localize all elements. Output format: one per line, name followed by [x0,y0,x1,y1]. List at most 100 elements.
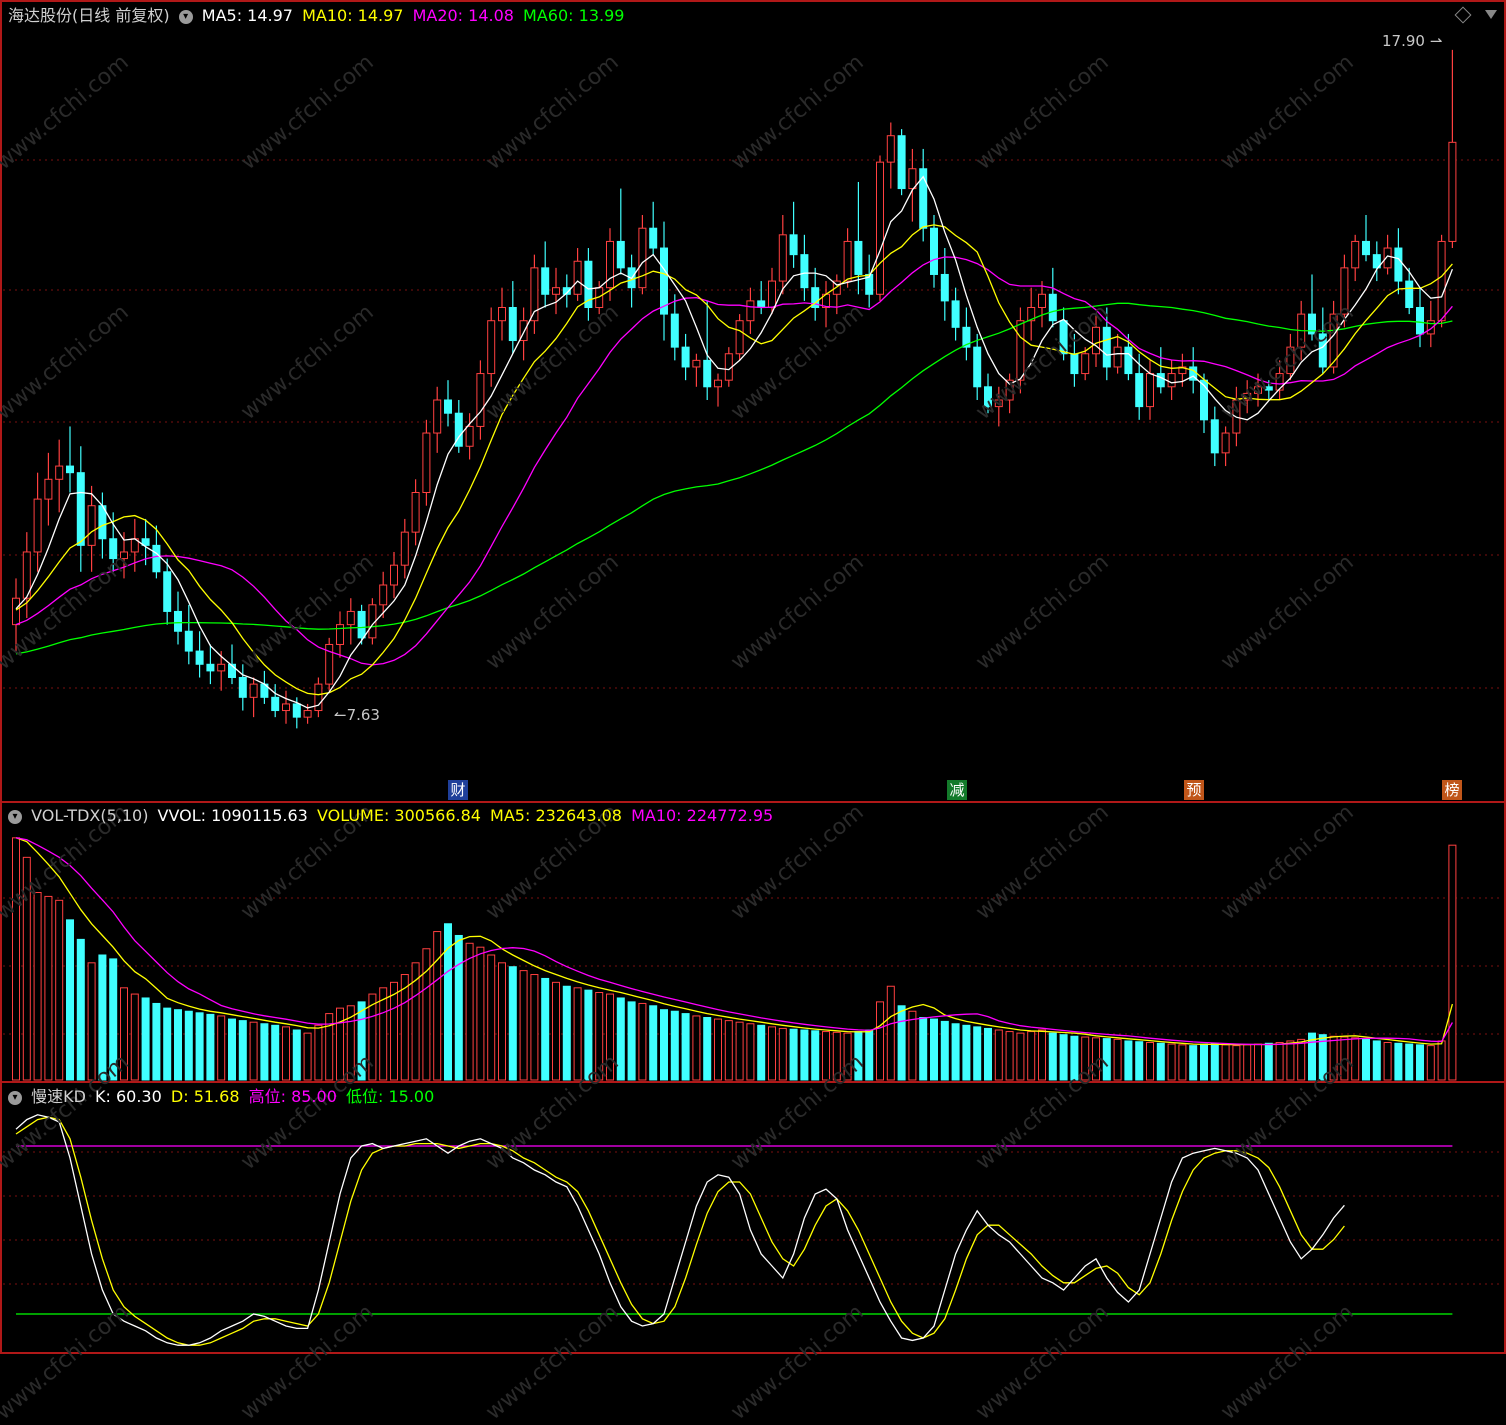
ma10-line [15,224,1453,696]
volume-bar [1372,1040,1381,1081]
volume-bar [66,919,74,1081]
low-price-value: 7.63 [346,706,380,724]
candle-body [12,597,20,626]
arrow-left-icon: ↼ [334,706,347,724]
volume-bar [217,1015,226,1081]
candle-body [76,472,85,546]
candle-body [681,346,690,368]
volume-bar [1275,1042,1284,1081]
volume-bar [1189,1045,1198,1081]
volume-bar [714,1018,722,1081]
candle-body [1448,141,1457,242]
candle-body [1092,326,1100,355]
volume-bar [897,1005,906,1081]
candle-body [152,544,161,573]
chevron-down-icon[interactable]: ▾ [178,9,193,24]
candle-body [174,610,182,632]
volume-bar [76,938,85,1081]
price-header: 海达股份(日线 前复权) ▾ MA5: 14.97 MA10: 14.97 MA… [8,6,628,26]
volume-bar [584,989,593,1081]
volume-bar [519,970,528,1081]
volume-bar [87,962,96,1081]
candle-body [292,703,301,718]
volume-bar [433,931,442,1081]
volume-bar [1416,1044,1424,1081]
volume-bar [1005,1031,1014,1081]
candle-body [616,240,625,269]
candle-body [1318,333,1327,368]
event-marker-list[interactable]: 榜 [1442,780,1462,800]
ma5-label: MA5: 14.97 [201,6,293,25]
volume-bar [249,1021,258,1081]
volume-bar [174,1009,182,1081]
candle-body [55,465,64,480]
kd-k-line [15,1114,1345,1346]
candle-body [994,399,1003,408]
volume-bar [1210,1042,1219,1081]
candle-body [1362,240,1370,256]
volume-bar [1059,1034,1068,1081]
ma60-label: MA60: 13.99 [523,6,625,25]
volume-bar [606,993,614,1081]
volume-bar [314,1024,323,1081]
candle-body [854,240,863,275]
vol-ma5-value: MA5: 232643.08 [490,806,622,825]
volume-bar [1135,1041,1144,1081]
volume-bar [1027,1031,1036,1081]
ma60-line [15,302,1453,655]
candle-body [476,373,485,427]
candle-body [789,234,798,256]
candle-body [184,630,193,652]
price-pane-border [0,0,1506,803]
volume-bar [994,1029,1003,1081]
k-value: K: 60.30 [95,1087,162,1106]
candle-body [271,696,280,712]
volume-bar [1048,1032,1057,1081]
ma10-label: MA10: 14.97 [302,6,404,25]
volume-bar [1200,1043,1208,1081]
volume-bar [44,895,53,1081]
volume-bar [951,1023,960,1081]
candle-body [249,683,258,698]
volume-value: VOLUME: 300566.84 [316,806,481,825]
candle-body [757,300,766,308]
candle-body [109,538,118,560]
event-marker-finance[interactable]: 财 [448,780,468,800]
event-marker-reduce[interactable]: 减 [947,780,967,800]
chevron-down-icon[interactable]: ▾ [8,1090,22,1105]
chevron-down-icon[interactable]: ▾ [8,809,22,824]
collapse-icon[interactable] [1485,10,1497,19]
volume-bar [800,1029,809,1081]
volume-bar [130,993,139,1081]
candle-body [508,307,517,342]
candle-body [1048,293,1057,322]
volume-bar [865,1029,874,1081]
volume-bar [541,977,550,1081]
volume-bar [238,1020,247,1081]
volume-bar [184,1010,193,1081]
candle-body [1254,386,1262,394]
volume-bar [1038,1029,1046,1081]
candle-body [422,432,431,493]
event-marker-forecast[interactable]: 预 [1184,780,1204,800]
volume-bar [1016,1032,1025,1081]
volume-bar [98,954,107,1081]
candle-body [1351,240,1360,269]
candle-body [692,359,701,368]
candle-body [1437,240,1446,322]
candle-body [1135,373,1144,408]
volume-bar [22,856,31,1081]
volume-bar [1405,1043,1414,1081]
volume-bar [778,1027,787,1081]
candle-body [87,505,96,546]
stock-title: 海达股份(日线 前复权) [8,6,170,25]
volume-bar [1232,1045,1241,1081]
chart-canvas[interactable] [0,0,1506,1354]
volume-bar [1426,1045,1435,1081]
candle-body [314,683,323,712]
price-candles [12,49,1457,729]
candle-body [217,663,226,672]
candle-body [390,564,398,586]
volume-bar [1448,844,1457,1081]
high-price-annotation: 17.90 ⇀ [1382,32,1442,50]
